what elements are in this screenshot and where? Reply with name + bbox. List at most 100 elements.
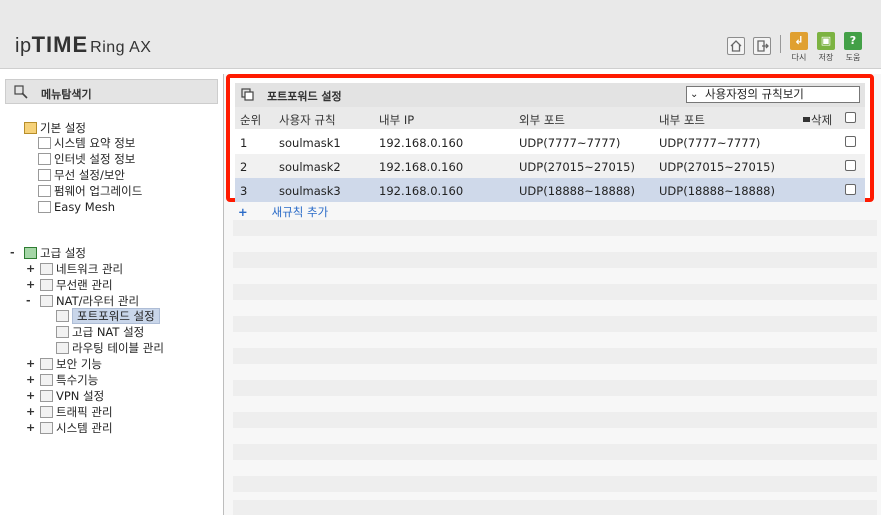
col-external-port: 외부 포트 — [519, 113, 565, 127]
expand-toggle[interactable]: + — [26, 357, 35, 371]
tree-item-advanced-nat[interactable]: 고급 NAT 설정 — [56, 325, 144, 339]
empty-row — [233, 412, 877, 428]
magnifier-icon — [14, 85, 28, 102]
iptime-logo: ipTIME Ring AX — [15, 32, 151, 58]
help-button[interactable]: ? 도움 — [842, 32, 864, 62]
logo-model: Ring AX — [90, 39, 152, 56]
special-icon — [40, 374, 53, 386]
wifi-icon — [40, 279, 53, 291]
save-icon: ▣ — [817, 32, 835, 50]
folder-icon — [24, 122, 37, 134]
cell-rule-name: soulmask1 — [279, 136, 341, 150]
tree-item-label: VPN 설정 — [56, 389, 105, 403]
tree-item-label: Easy Mesh — [54, 200, 116, 214]
add-rule-link[interactable]: + 새규칙 추가 — [238, 204, 328, 220]
tree-item-system-summary[interactable]: 시스템 요약 정보 — [38, 136, 135, 150]
wifi-icon — [38, 169, 51, 181]
refresh-icon: ↲ — [790, 32, 808, 50]
rule-view-select[interactable]: ⌄ 사용자정의 규칙보기 — [686, 86, 860, 103]
expand-toggle[interactable]: + — [26, 278, 35, 292]
tree-item-traffic[interactable]: + 트래픽 관리 — [26, 405, 113, 419]
tree-item-label: 시스템 관리 — [56, 421, 113, 435]
header-divider — [780, 35, 781, 53]
empty-row — [233, 476, 877, 492]
cell-internal-ip: 192.168.0.160 — [379, 136, 464, 150]
expand-toggle[interactable]: + — [26, 389, 35, 403]
logout-icon[interactable] — [753, 37, 771, 55]
empty-row — [233, 284, 877, 300]
lock-icon — [40, 358, 53, 370]
tree-item-vpn[interactable]: + VPN 설정 — [26, 389, 105, 403]
cell-index: 3 — [240, 184, 248, 198]
collapse-toggle[interactable]: - — [26, 294, 31, 308]
tree-item-nat-router[interactable]: - NAT/라우터 관리 — [26, 294, 139, 308]
table-row[interactable]: 2 soulmask2 192.168.0.160 UDP(27015~2701… — [235, 154, 865, 178]
expand-toggle[interactable]: + — [26, 262, 35, 276]
help-icon: ? — [844, 32, 862, 50]
empty-row — [233, 316, 877, 332]
tree-item-wireless-security[interactable]: 무선 설정/보안 — [38, 168, 125, 182]
delete-marker-icon — [803, 117, 810, 122]
tree-item-wireless[interactable]: + 무선랜 관리 — [26, 278, 113, 292]
tree-item-label: 특수기능 — [56, 373, 99, 387]
col-delete: 삭제 — [803, 112, 832, 128]
refresh-button[interactable]: ↲ 다시 — [788, 32, 810, 62]
page-icon — [56, 342, 69, 354]
table-row[interactable]: 1 soulmask1 192.168.0.160 UDP(7777~7777)… — [235, 130, 865, 154]
empty-row — [233, 444, 877, 460]
tree-basic-settings[interactable]: 기본 설정 — [24, 121, 86, 135]
cell-internal-port: UDP(27015~27015) — [659, 160, 775, 174]
tree-item-system[interactable]: + 시스템 관리 — [26, 421, 113, 435]
cell-internal-port: UDP(18888~18888) — [659, 184, 775, 198]
upgrade-icon — [38, 185, 51, 197]
tree-item-security[interactable]: + 보안 기능 — [26, 357, 102, 371]
cell-index: 2 — [240, 160, 248, 174]
tree-item-label: 펌웨어 업그레이드 — [54, 184, 143, 198]
cell-rule-name: soulmask3 — [279, 184, 341, 198]
expand-toggle[interactable]: + — [26, 405, 35, 419]
expand-toggle[interactable]: + — [26, 421, 35, 435]
menu-explorer-title: 메뉴탐색기 — [41, 88, 92, 101]
tree-item-label: 포트포워드 설정 — [72, 308, 160, 324]
plus-icon: + — [238, 205, 248, 219]
col-internal-ip: 내부 IP — [379, 113, 415, 127]
tree-item-label: 무선랜 관리 — [56, 278, 113, 292]
page-icon — [56, 326, 69, 338]
table-header: 순위 사용자 규칙 내부 IP 외부 포트 내부 포트 삭제 — [235, 107, 865, 129]
tree-item-easy-mesh[interactable]: Easy Mesh — [38, 200, 115, 214]
empty-row — [233, 500, 877, 515]
tree-advanced-settings[interactable]: - 고급 설정 — [10, 246, 86, 260]
tree-item-special[interactable]: + 특수기능 — [26, 373, 99, 387]
tree-item-port-forward[interactable]: 포트포워드 설정 — [56, 308, 160, 324]
select-all-checkbox[interactable] — [845, 112, 856, 123]
tree-item-label: 무선 설정/보안 — [54, 168, 126, 182]
tree-item-label: 네트워크 관리 — [56, 262, 124, 276]
save-button[interactable]: ▣ 저장 — [815, 32, 837, 62]
refresh-label: 다시 — [791, 53, 807, 62]
tree-item-label: 트래픽 관리 — [56, 405, 113, 419]
cell-external-port: UDP(27015~27015) — [519, 160, 635, 174]
expand-toggle[interactable]: + — [26, 373, 35, 387]
tree-item-firmware-upgrade[interactable]: 펌웨어 업그레이드 — [38, 184, 142, 198]
cell-internal-port: UDP(7777~7777) — [659, 136, 761, 150]
tree-item-label: 시스템 요약 정보 — [54, 136, 136, 150]
empty-row — [233, 348, 877, 364]
tree-item-label: 라우팅 테이블 관리 — [72, 341, 164, 355]
tree-item-network[interactable]: + 네트워크 관리 — [26, 262, 124, 276]
collapse-toggle[interactable]: - — [10, 246, 15, 260]
folder-icon — [24, 247, 37, 259]
tree-item-routing-table[interactable]: 라우팅 테이블 관리 — [56, 341, 164, 355]
row-delete-checkbox[interactable] — [845, 136, 856, 147]
tree-item-internet-info[interactable]: 인터넷 설정 정보 — [38, 152, 135, 166]
table-row[interactable]: 3 soulmask3 192.168.0.160 UDP(18888~1888… — [235, 178, 865, 202]
tree-item-label: 고급 NAT 설정 — [72, 325, 145, 339]
cell-external-port: UDP(18888~18888) — [519, 184, 635, 198]
page-icon — [56, 310, 69, 322]
row-delete-checkbox[interactable] — [845, 160, 856, 171]
help-label: 도움 — [845, 53, 861, 62]
empty-row — [233, 220, 877, 236]
row-delete-checkbox[interactable] — [845, 184, 856, 195]
home-icon[interactable] — [727, 37, 745, 55]
cell-index: 1 — [240, 136, 248, 150]
router-icon — [40, 295, 53, 307]
